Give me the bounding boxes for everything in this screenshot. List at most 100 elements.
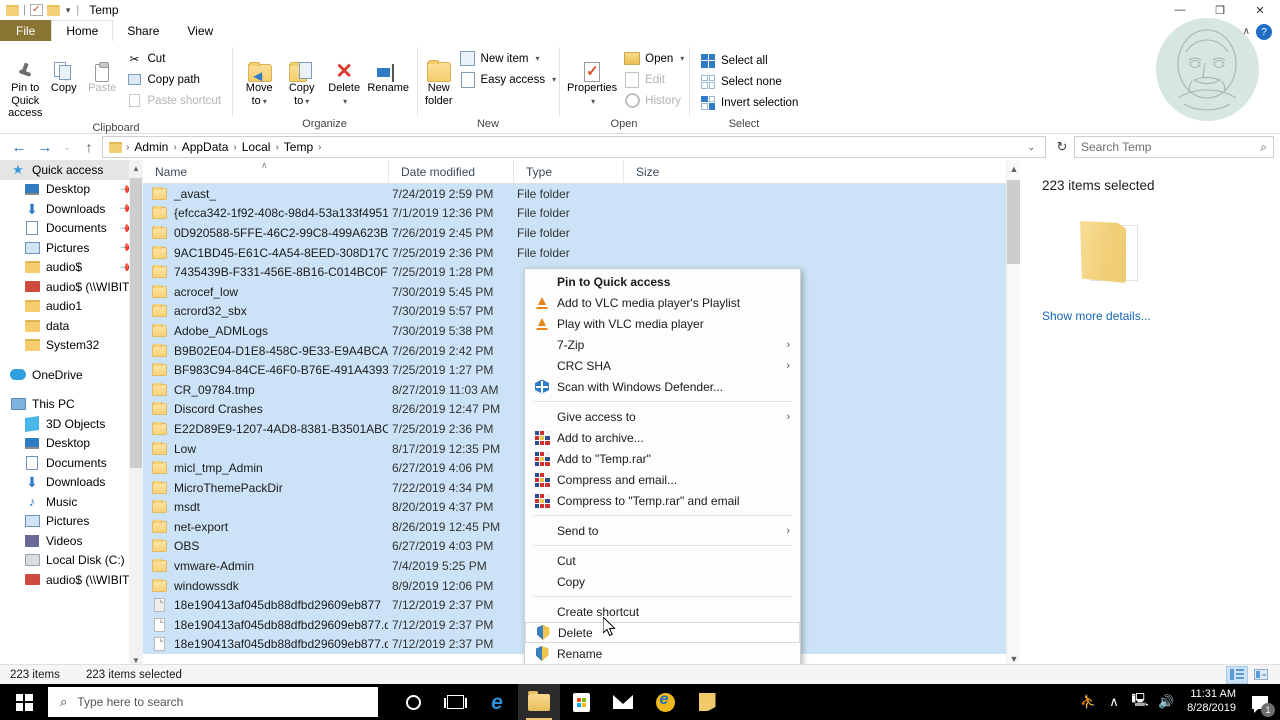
menu-item-delete[interactable]: Delete bbox=[525, 622, 800, 643]
notepad-icon[interactable] bbox=[686, 684, 728, 720]
menu-item-compress-to-temp-rar-and-email[interactable]: Compress to "Temp.rar" and email bbox=[525, 490, 800, 511]
tab-view[interactable]: View bbox=[173, 20, 228, 41]
sidebar-item-local-disk-c[interactable]: Local Disk (C:) bbox=[0, 551, 143, 571]
microsoft-edge-icon[interactable]: e bbox=[476, 684, 518, 720]
folder-properties-icon[interactable] bbox=[6, 4, 19, 16]
invert-selection-button[interactable]: Invert selection bbox=[695, 92, 803, 113]
list-scrollbar-thumb[interactable] bbox=[1007, 180, 1020, 264]
select-all-button[interactable]: Select all bbox=[695, 50, 803, 71]
move-to-button[interactable]: ◄ Move to ▾ bbox=[238, 46, 280, 109]
column-header-type[interactable]: Type bbox=[513, 160, 623, 184]
table-row[interactable]: 0D920588-5FFE-46C2-99C8-499A623B8FE8 7/26… bbox=[143, 223, 1006, 243]
nav-scrollbar-thumb[interactable] bbox=[130, 178, 142, 468]
menu-item-give-access-to[interactable]: Give access to › bbox=[525, 406, 800, 427]
breadcrumb-separator[interactable]: › bbox=[317, 142, 322, 153]
sidebar-item-documents[interactable]: Documents bbox=[0, 453, 143, 473]
file-explorer-icon[interactable] bbox=[518, 684, 560, 720]
up-button[interactable]: ↑ bbox=[76, 135, 102, 159]
menu-item-crc-sha[interactable]: CRC SHA › bbox=[525, 355, 800, 376]
copy-button[interactable]: Copy bbox=[45, 46, 84, 97]
tab-file[interactable]: File bbox=[0, 20, 52, 41]
close-button[interactable]: ✕ bbox=[1240, 0, 1280, 20]
menu-item-send-to[interactable]: Send to › bbox=[525, 520, 800, 541]
menu-item-add-to-vlc-media-player-s-playlist[interactable]: Add to VLC media player's Playlist bbox=[525, 292, 800, 313]
menu-item-rename[interactable]: Rename bbox=[525, 643, 800, 664]
show-hidden-icons-chevron[interactable]: ∧ bbox=[1101, 684, 1127, 720]
column-header-size[interactable]: Size bbox=[623, 160, 713, 184]
search-input[interactable]: Search Temp ⌕ bbox=[1074, 136, 1274, 158]
search-magnifier-icon[interactable]: ⌕ bbox=[1260, 140, 1267, 155]
sidebar-item-downloads[interactable]: ⬇ Downloads bbox=[0, 473, 143, 493]
sidebar-item-videos[interactable]: Videos bbox=[0, 531, 143, 551]
minimize-button[interactable]: — bbox=[1160, 0, 1200, 20]
file-list-scrollbar[interactable]: ▲ ▼ bbox=[1006, 160, 1020, 668]
taskbar-clock[interactable]: 11:31 AM 8/28/2019 bbox=[1179, 688, 1244, 716]
menu-item-pin-to-quick-access[interactable]: Pin to Quick access bbox=[525, 271, 800, 292]
sidebar-item-music[interactable]: ♪ Music bbox=[0, 492, 143, 512]
select-none-button[interactable]: Select none bbox=[695, 71, 803, 92]
tab-share[interactable]: Share bbox=[113, 20, 174, 41]
table-row[interactable]: {efcca342-1f92-408c-98d4-53a133f49510} 7/… bbox=[143, 203, 1006, 224]
delete-button[interactable]: ✕ Delete ▾ bbox=[323, 46, 365, 109]
volume-icon[interactable]: 🔊 bbox=[1153, 684, 1179, 720]
help-button[interactable]: ? bbox=[1256, 24, 1272, 40]
mail-icon[interactable] bbox=[602, 684, 644, 720]
large-icons-view-icon[interactable] bbox=[1250, 666, 1272, 684]
paste-shortcut-button[interactable]: Paste shortcut bbox=[122, 90, 227, 111]
sidebar-item-documents[interactable]: Documents 📌 bbox=[0, 219, 143, 239]
microsoft-store-icon[interactable] bbox=[560, 684, 602, 720]
tab-home[interactable]: Home bbox=[51, 20, 114, 41]
sidebar-item-desktop[interactable]: Desktop bbox=[0, 434, 143, 454]
table-row[interactable]: 9AC1BD45-E61C-4A54-8EED-308D17C0D... 7/25… bbox=[143, 242, 1006, 263]
copy-path-button[interactable]: Copy path bbox=[122, 69, 227, 90]
details-view-icon[interactable] bbox=[1226, 665, 1248, 684]
sidebar-item-pictures[interactable]: Pictures bbox=[0, 512, 143, 532]
customize-caret-icon[interactable]: ▾ bbox=[64, 5, 73, 16]
sidebar-item-downloads[interactable]: ⬇ Downloads 📌 bbox=[0, 199, 143, 219]
menu-item-add-to-archive[interactable]: Add to archive... bbox=[525, 427, 800, 448]
new-folder-button[interactable]: New folder bbox=[423, 46, 455, 109]
new-item-button[interactable]: New item ▾ bbox=[455, 48, 562, 69]
sidebar-item-desktop[interactable]: Desktop 📌 bbox=[0, 180, 143, 200]
sidebar-item-system32[interactable]: System32 bbox=[0, 336, 143, 356]
edit-button[interactable]: Edit bbox=[619, 69, 689, 90]
easy-access-button[interactable]: Easy access ▾ bbox=[455, 69, 562, 90]
sidebar-item-audio-wibits[interactable]: audio$ (\\WIBITS⌄ bbox=[0, 570, 143, 590]
menu-item-create-shortcut[interactable]: Create shortcut bbox=[525, 601, 800, 622]
properties-button[interactable]: Properties▾ bbox=[565, 46, 619, 109]
column-header-date-modified[interactable]: Date modified bbox=[388, 160, 513, 184]
eset-icon[interactable] bbox=[644, 684, 686, 720]
column-header-name[interactable]: Name ∧ bbox=[143, 160, 388, 184]
menu-item-compress-and-email[interactable]: Compress and email... bbox=[525, 469, 800, 490]
sidebar-item-3d-objects[interactable]: 3D Objects bbox=[0, 414, 143, 434]
pin-to-quick-access-button[interactable]: Pin to Quick access bbox=[6, 46, 45, 122]
new-folder-icon[interactable] bbox=[46, 4, 60, 16]
cut-button[interactable]: ✂ Cut bbox=[122, 48, 227, 69]
nav-scroll-up-arrow[interactable]: ▲ bbox=[129, 160, 143, 176]
menu-item-scan-with-windows-defender[interactable]: Scan with Windows Defender... bbox=[525, 376, 800, 397]
network-icon[interactable]: 🖳 bbox=[1127, 684, 1153, 720]
sidebar-item-audio-wibits[interactable]: audio$ (\\WIBITS bbox=[0, 277, 143, 297]
sidebar-item-audio[interactable]: audio$ 📌 bbox=[0, 258, 143, 278]
recent-locations-button[interactable]: ⌄ bbox=[58, 135, 76, 159]
menu-item-copy[interactable]: Copy bbox=[525, 571, 800, 592]
breadcrumb-appdata[interactable]: AppData bbox=[178, 137, 233, 157]
navigation-scrollbar[interactable]: ▲ ▼ bbox=[129, 160, 143, 668]
sidebar-item-this-pc[interactable]: This PC bbox=[0, 395, 143, 415]
open-button[interactable]: Open ▾ bbox=[619, 48, 689, 69]
windows-start-icon[interactable] bbox=[0, 684, 48, 720]
show-more-details-link[interactable]: Show more details... bbox=[1042, 309, 1280, 323]
menu-item-7-zip[interactable]: 7-Zip › bbox=[525, 334, 800, 355]
breadcrumb-local[interactable]: Local bbox=[238, 137, 275, 157]
address-bar[interactable]: › Admin › AppData › Local › Temp › ⌄ bbox=[102, 136, 1046, 158]
breadcrumb-temp[interactable]: Temp bbox=[280, 137, 317, 157]
taskbar-search-input[interactable]: ⌕ Type here to search bbox=[48, 687, 378, 717]
address-dropdown-caret-icon[interactable]: ⌄ bbox=[1021, 142, 1041, 153]
collapse-ribbon-button[interactable]: ∧ bbox=[1243, 26, 1250, 37]
menu-item-play-with-vlc-media-player[interactable]: Play with VLC media player bbox=[525, 313, 800, 334]
list-scroll-up-arrow[interactable]: ▲ bbox=[1007, 160, 1020, 178]
history-button[interactable]: History bbox=[619, 90, 689, 111]
sidebar-item-onedrive[interactable]: OneDrive bbox=[0, 365, 143, 385]
breadcrumb-admin[interactable]: Admin bbox=[130, 137, 172, 157]
sidebar-item-quick-access[interactable]: ★ Quick access bbox=[0, 160, 143, 180]
